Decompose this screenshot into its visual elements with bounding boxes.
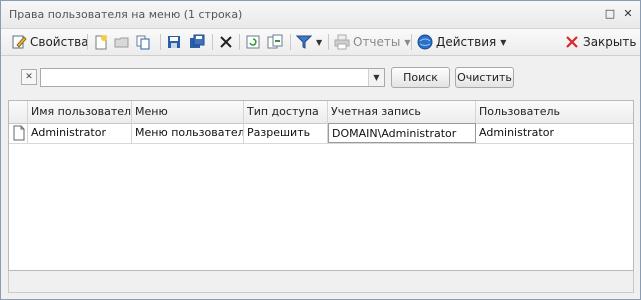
close-button[interactable]: Закрыть <box>564 33 636 51</box>
actions-label: Действия <box>436 35 497 49</box>
chevron-down-icon[interactable]: ▼ <box>368 69 384 86</box>
save-button[interactable] <box>166 33 182 51</box>
toolbar-separator <box>212 34 213 50</box>
close-label: Закрыть <box>583 35 637 49</box>
close-icon <box>564 34 580 50</box>
toolbar-separator <box>411 34 412 50</box>
print-icon <box>334 34 350 50</box>
toolbar-separator <box>328 34 329 50</box>
clear-filter-icon[interactable]: ✕ <box>21 69 37 85</box>
save-all-icon <box>189 34 205 50</box>
document-icon <box>12 125 27 141</box>
folder-icon <box>114 34 130 50</box>
window-close-button[interactable]: ✕ <box>622 8 634 20</box>
toolbar: Свойства ▼ Отчеты ▼ Действия ▼ Закрыть <box>1 29 640 56</box>
copy-icon <box>135 34 151 50</box>
column-header-access-type[interactable]: Тип доступа <box>244 101 328 123</box>
copy-button[interactable] <box>135 33 151 51</box>
cell-user[interactable]: Administrator <box>476 123 633 143</box>
cell-account[interactable]: DOMAIN\Administrator <box>328 123 476 143</box>
refresh-icon <box>245 34 261 50</box>
status-bar <box>8 271 634 293</box>
properties-button[interactable]: Свойства <box>11 33 89 51</box>
actions-button[interactable]: Действия ▼ <box>417 33 506 51</box>
title-bar: Права пользователя на меню (1 строка) □ … <box>1 1 640 29</box>
open-button[interactable] <box>114 33 130 51</box>
reports-button[interactable]: Отчеты ▼ <box>334 33 411 51</box>
column-header-menu[interactable]: Меню <box>132 101 244 123</box>
search-input[interactable] <box>41 69 374 86</box>
search-combobox[interactable]: ▼ <box>40 68 385 87</box>
chevron-down-icon: ▼ <box>404 37 411 47</box>
row-indicator[interactable] <box>9 123 28 143</box>
toolbar-separator <box>160 34 161 50</box>
window: Права пользователя на меню (1 строка) □ … <box>0 0 641 300</box>
column-header-user-name[interactable]: Имя пользователя <box>28 101 132 123</box>
filter-bar: ✕ ▼ Поиск Очистить <box>1 56 640 100</box>
column-header-user[interactable]: Пользователь <box>476 101 633 123</box>
search-button[interactable]: Поиск <box>391 67 450 88</box>
cell-menu[interactable]: Меню пользователя <box>132 123 244 143</box>
chevron-down-icon: ▼ <box>316 37 323 47</box>
edit-icon <box>11 34 27 50</box>
properties-label: Свойства <box>30 35 89 49</box>
toolbar-separator <box>239 34 240 50</box>
cell-access-type[interactable]: Разрешить <box>244 123 328 143</box>
globe-icon <box>417 34 433 50</box>
cell-user-name[interactable]: Administrator <box>28 123 132 143</box>
table-row[interactable]: Administrator Меню пользователя Разрешит… <box>9 123 633 144</box>
toolbar-separator <box>87 34 88 50</box>
grid-header: Имя пользователя Меню Тип доступа Учетна… <box>9 101 633 124</box>
filter-button[interactable]: ▼ <box>295 33 323 51</box>
filter-icon <box>295 34 313 50</box>
reports-label: Отчеты <box>353 35 401 49</box>
toolbar-separator <box>290 34 291 50</box>
data-grid: Имя пользователя Меню Тип доступа Учетна… <box>8 100 634 271</box>
save-icon <box>166 34 182 50</box>
export-button[interactable] <box>267 33 283 51</box>
new-icon <box>93 34 109 50</box>
restore-button[interactable]: □ <box>604 8 616 20</box>
clear-button[interactable]: Очистить <box>455 67 514 88</box>
window-title: Права пользователя на меню (1 строка) <box>9 8 243 21</box>
chevron-down-icon: ▼ <box>500 37 507 47</box>
save-all-button[interactable] <box>189 33 205 51</box>
delete-icon <box>218 34 234 50</box>
column-header-account[interactable]: Учетная запись <box>328 101 476 123</box>
new-button[interactable] <box>93 33 109 51</box>
delete-button[interactable] <box>218 33 234 51</box>
export-icon <box>267 34 283 50</box>
row-indicator-header <box>9 101 28 123</box>
refresh-button[interactable] <box>245 33 261 51</box>
